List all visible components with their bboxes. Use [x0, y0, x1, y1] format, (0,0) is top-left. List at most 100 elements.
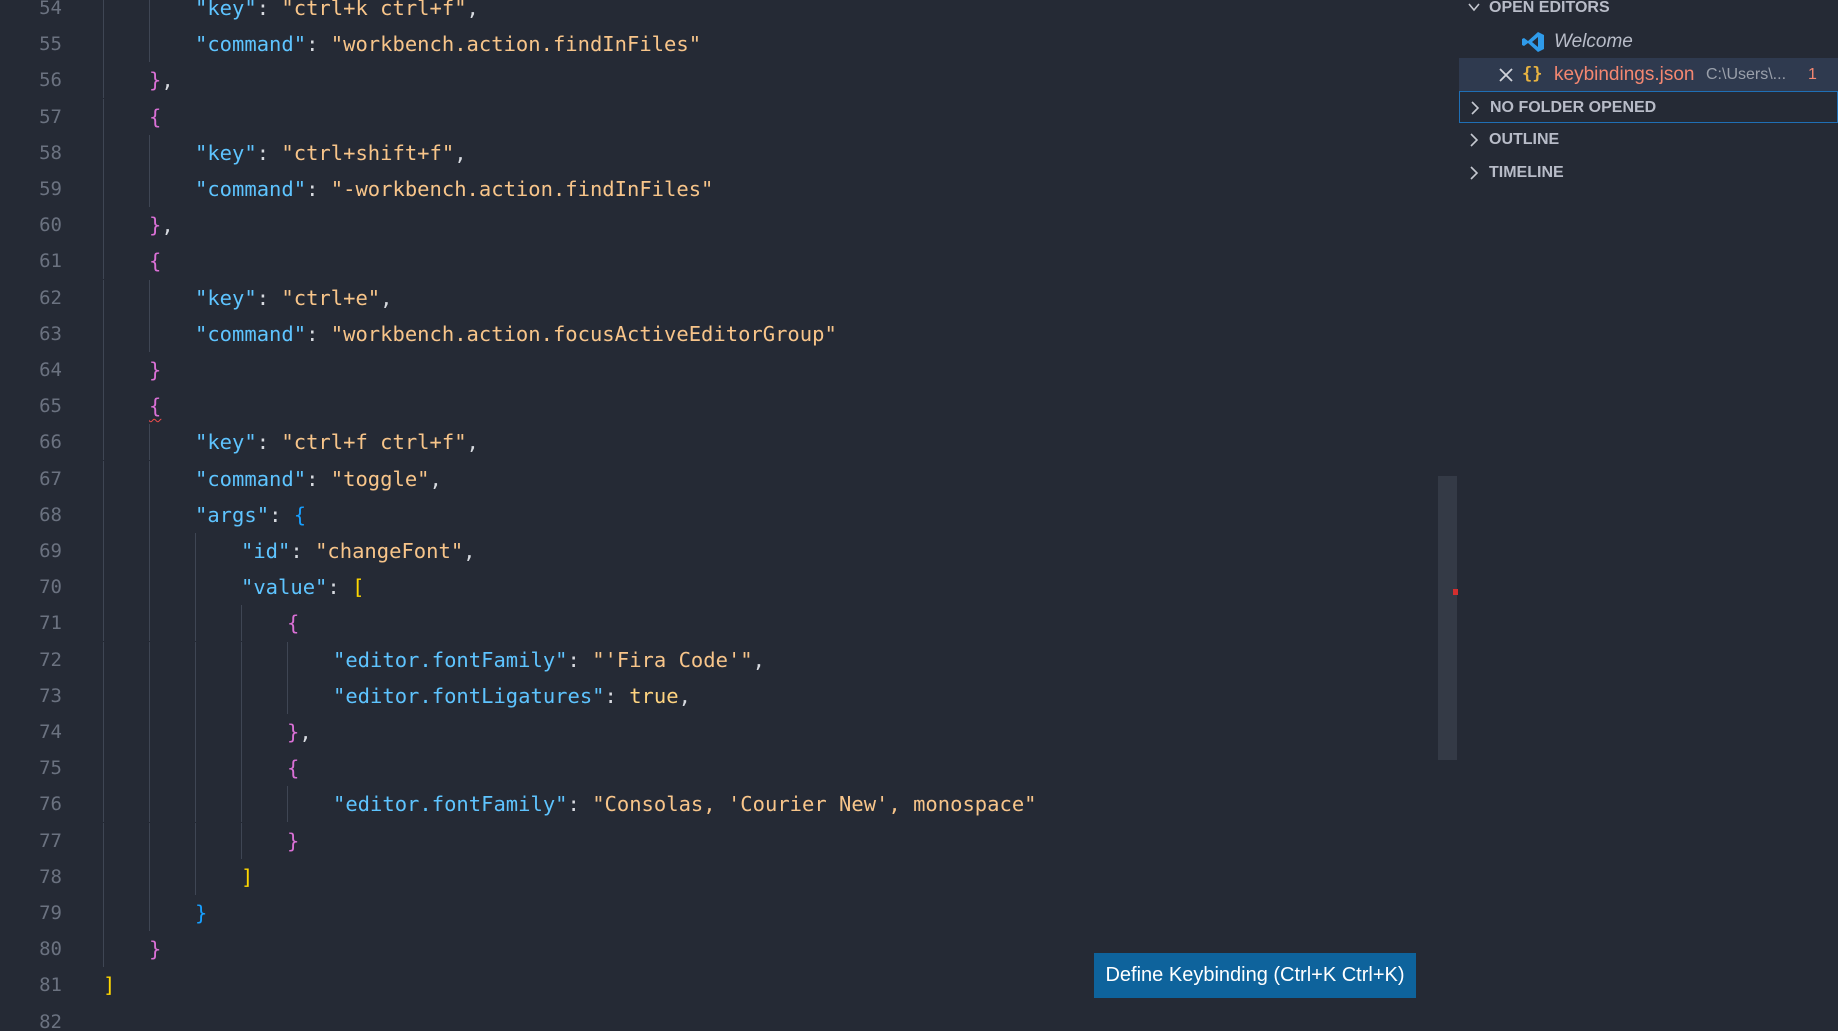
code-line[interactable]: 66 "key": "ctrl+f ctrl+f",: [0, 424, 1440, 461]
indent-guide: [149, 171, 150, 207]
define-keybinding-button[interactable]: Define Keybinding (Ctrl+K Ctrl+K): [1094, 953, 1416, 998]
code-line[interactable]: 75 {: [0, 750, 1440, 787]
code-text: "key": "ctrl+shift+f",: [195, 135, 467, 171]
vscode-logo-icon: [1522, 32, 1544, 52]
close-icon[interactable]: [1499, 68, 1513, 82]
code-token: "args": [195, 502, 270, 527]
code-token: "editor.fontLigatures": [333, 683, 605, 708]
open-editor-path: C:\Users\...: [1706, 66, 1787, 83]
open-editor-welcome[interactable]: Welcome: [1459, 25, 1838, 58]
code-token: :: [269, 502, 294, 527]
code-text: {: [149, 99, 161, 135]
code-token: :: [306, 177, 331, 201]
code-token: :: [290, 539, 316, 563]
code-line[interactable]: 73 "editor.fontLigatures": true,: [0, 677, 1440, 714]
indent-guide: [195, 533, 196, 569]
code-token: ]: [241, 864, 254, 889]
code-line[interactable]: 56},: [0, 62, 1440, 99]
code-token: "command": [195, 321, 307, 346]
code-token: "workbench.action.findInFiles": [330, 32, 702, 57]
indent-guide: [195, 641, 196, 678]
code-line[interactable]: 72 "editor.fontFamily": "'Fira Code'",: [0, 641, 1440, 678]
code-text: "key": "ctrl+k ctrl+f",: [195, 0, 479, 26]
indent-guide: [103, 931, 104, 968]
indent-guide: [195, 786, 196, 823]
code-token: "-workbench.action.findInFiles": [330, 177, 714, 201]
code-line[interactable]: 74},: [0, 714, 1440, 750]
indent-guide: [103, 858, 104, 895]
code-token: :: [256, 285, 282, 310]
indent-guide: [103, 352, 104, 388]
code-line[interactable]: 62 "key": "ctrl+e",: [0, 279, 1440, 316]
indent-guide: [103, 677, 104, 714]
chevron-right-icon: [1470, 133, 1479, 147]
json-braces-icon: {}: [1522, 64, 1543, 84]
no-folder-title: NO FOLDER OPENED: [1490, 99, 1657, 116]
code-token: :: [256, 0, 282, 20]
code-line[interactable]: 54 "key": "ctrl+k ctrl+f",: [0, 0, 1440, 26]
code-line[interactable]: 59 "command": "-workbench.action.findInFi…: [0, 171, 1440, 207]
indent-guide: [149, 750, 150, 787]
code-line[interactable]: 61 {: [0, 243, 1440, 280]
code-text: "editor.fontLigatures": true,: [333, 678, 691, 714]
code-text: {: [287, 750, 299, 786]
line-number: 58: [39, 141, 62, 164]
code-token: "key": [195, 430, 257, 455]
code-line[interactable]: 57 {: [0, 98, 1440, 135]
line-number: 66: [39, 431, 62, 454]
indent-guide: [103, 569, 104, 606]
indent-guide: [149, 460, 150, 497]
code-line[interactable]: 60},: [0, 207, 1440, 244]
code-editor[interactable]: 54 "key": "ctrl+k ctrl+f", 55 "command": "w…: [0, 0, 1459, 1031]
code-line[interactable]: 64}: [0, 352, 1440, 388]
line-number: 62: [39, 286, 62, 309]
code-token: "toggle": [330, 466, 430, 491]
code-line[interactable]: 82: [0, 1004, 1440, 1031]
editor-scrollbar[interactable]: [1438, 476, 1457, 760]
code-line[interactable]: 78]: [0, 858, 1440, 895]
line-number: 74: [39, 721, 62, 743]
line-number: 56: [39, 69, 62, 92]
code-line[interactable]: 70 "value": [: [0, 569, 1440, 606]
code-line[interactable]: 71 {: [0, 605, 1440, 642]
code-line[interactable]: 69 "id": "changeFont",: [0, 533, 1440, 569]
open-editor-keybindings[interactable]: {} keybindings.json C:\Users\... 1: [1459, 58, 1838, 91]
code-line[interactable]: 58 "key": "ctrl+shift+f",: [0, 134, 1440, 171]
open-editors-header[interactable]: OPEN EDITORS: [1459, 0, 1838, 24]
code-token: ,: [454, 140, 467, 165]
outline-header[interactable]: OUTLINE: [1459, 124, 1838, 156]
no-folder-opened-header[interactable]: NO FOLDER OPENED: [1459, 91, 1838, 123]
code-line[interactable]: 76 "editor.fontFamily": "Consolas, 'Couri…: [0, 786, 1440, 823]
code-line[interactable]: 68 "args": {: [0, 496, 1440, 533]
line-number: 76: [39, 793, 62, 816]
code-token: :: [306, 466, 331, 491]
indent-guide: [149, 0, 150, 26]
timeline-header[interactable]: TIMELINE: [1459, 157, 1838, 189]
code-line[interactable]: 65 {: [0, 388, 1440, 425]
indent-guide: [103, 0, 104, 26]
code-text: {: [149, 243, 161, 279]
code-token: :: [306, 32, 331, 57]
code-line[interactable]: 79}: [0, 895, 1440, 931]
indent-guide: [195, 822, 196, 859]
code-line[interactable]: 55 "command": "workbench.action.findInFil…: [0, 26, 1440, 63]
indent-guide: [103, 98, 104, 135]
code-token: ,: [466, 430, 479, 455]
code-token: "workbench.action.focusActiveEditorGroup…: [330, 321, 837, 346]
line-number: 79: [39, 902, 62, 924]
code-line[interactable]: 67 "command": "toggle",: [0, 460, 1440, 497]
indent-guide: [103, 171, 104, 207]
indent-guide: [241, 822, 242, 859]
code-token: "id": [241, 539, 291, 563]
code-token: :: [256, 140, 282, 165]
code-token: "key": [195, 0, 257, 20]
indent-guide: [195, 605, 196, 642]
line-number: 77: [39, 829, 62, 852]
code-token: {: [287, 611, 300, 636]
indent-guide: [195, 714, 196, 750]
code-line[interactable]: 63 "command": "workbench.action.focusActi…: [0, 315, 1440, 352]
code-text: "command": "-workbench.action.findInFile…: [195, 171, 713, 207]
code-line[interactable]: 77}: [0, 822, 1440, 859]
indent-guide: [241, 786, 242, 823]
code-token: "changeFont": [315, 539, 464, 563]
